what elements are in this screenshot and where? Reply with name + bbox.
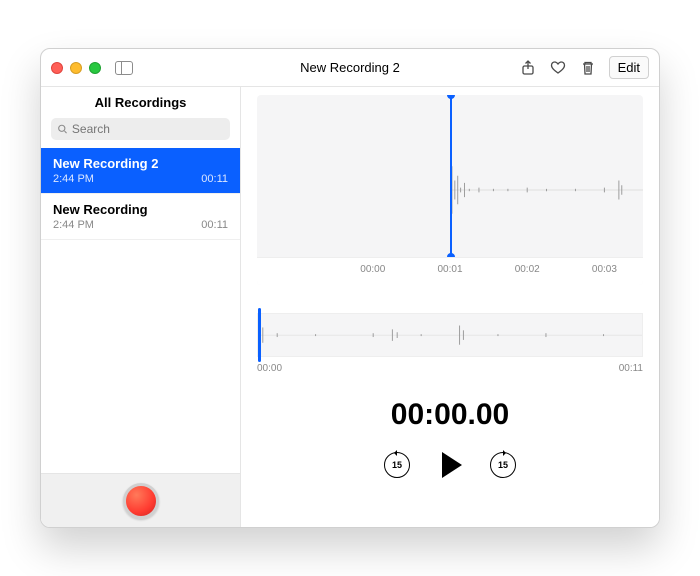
edit-button[interactable]: Edit <box>609 56 649 79</box>
recording-list: New Recording 22:44 PM00:11New Recording… <box>41 148 240 473</box>
sidebar-toggle-icon[interactable] <box>115 61 133 75</box>
full-waveform-labels: 00:00 00:11 <box>257 363 643 374</box>
recording-row[interactable]: New Recording 2 2:44 PM 00:11 <box>41 148 240 194</box>
full-start-label: 00:00 <box>257 363 282 374</box>
recording-time: 2:44 PM <box>53 173 94 185</box>
playback-controls: 15 15 <box>241 452 659 478</box>
recording-duration: 00:11 <box>201 173 228 185</box>
sidebar: All Recordings New Recording 2 2:44 PM 00:… <box>41 87 241 527</box>
full-playhead[interactable] <box>258 308 261 362</box>
skip-back-label: 15 <box>392 460 402 470</box>
skip-back-button[interactable]: 15 <box>384 452 410 478</box>
sidebar-footer <box>41 473 240 527</box>
recording-duration: 00:11 <box>201 219 228 231</box>
ruler-tick: 00:01 <box>411 258 488 285</box>
record-button[interactable] <box>123 483 159 519</box>
main-panel: 00:0000:0100:0200:03 <box>241 87 659 527</box>
share-icon[interactable] <box>519 59 537 77</box>
playback-time: 00:00.00 <box>241 398 659 432</box>
window-controls <box>51 62 101 74</box>
zoom-playhead[interactable] <box>450 95 452 257</box>
minimize-window-button[interactable] <box>70 62 82 74</box>
close-window-button[interactable] <box>51 62 63 74</box>
waveform-full-graphic <box>258 314 642 356</box>
trash-icon[interactable] <box>579 59 597 77</box>
search-field[interactable] <box>51 118 230 140</box>
ruler-tick: 00:03 <box>566 258 643 285</box>
skip-forward-label: 15 <box>498 460 508 470</box>
recording-row[interactable]: New Recording 2:44 PM 00:11 <box>41 194 240 240</box>
sidebar-title: All Recordings <box>41 87 240 118</box>
favorite-icon[interactable] <box>549 59 567 77</box>
recording-time: 2:44 PM <box>53 219 94 231</box>
title-bar: New Recording 2 Edit <box>41 49 659 87</box>
full-waveform[interactable] <box>257 313 643 357</box>
play-button[interactable] <box>442 452 462 478</box>
zoomed-waveform[interactable]: 00:0000:0100:0200:03 <box>257 95 643 285</box>
ruler-tick: 00:02 <box>489 258 566 285</box>
app-window: New Recording 2 Edit All R <box>40 48 660 528</box>
full-end-label: 00:11 <box>619 363 643 374</box>
fullscreen-window-button[interactable] <box>89 62 101 74</box>
search-input[interactable] <box>72 122 224 136</box>
recording-title: New Recording <box>53 202 228 217</box>
search-icon <box>57 123 68 135</box>
recording-title: New Recording 2 <box>53 156 228 171</box>
ruler-tick: 00:00 <box>334 258 411 285</box>
skip-forward-button[interactable]: 15 <box>490 452 516 478</box>
zoom-time-ruler: 00:0000:0100:0200:03 <box>257 257 643 285</box>
